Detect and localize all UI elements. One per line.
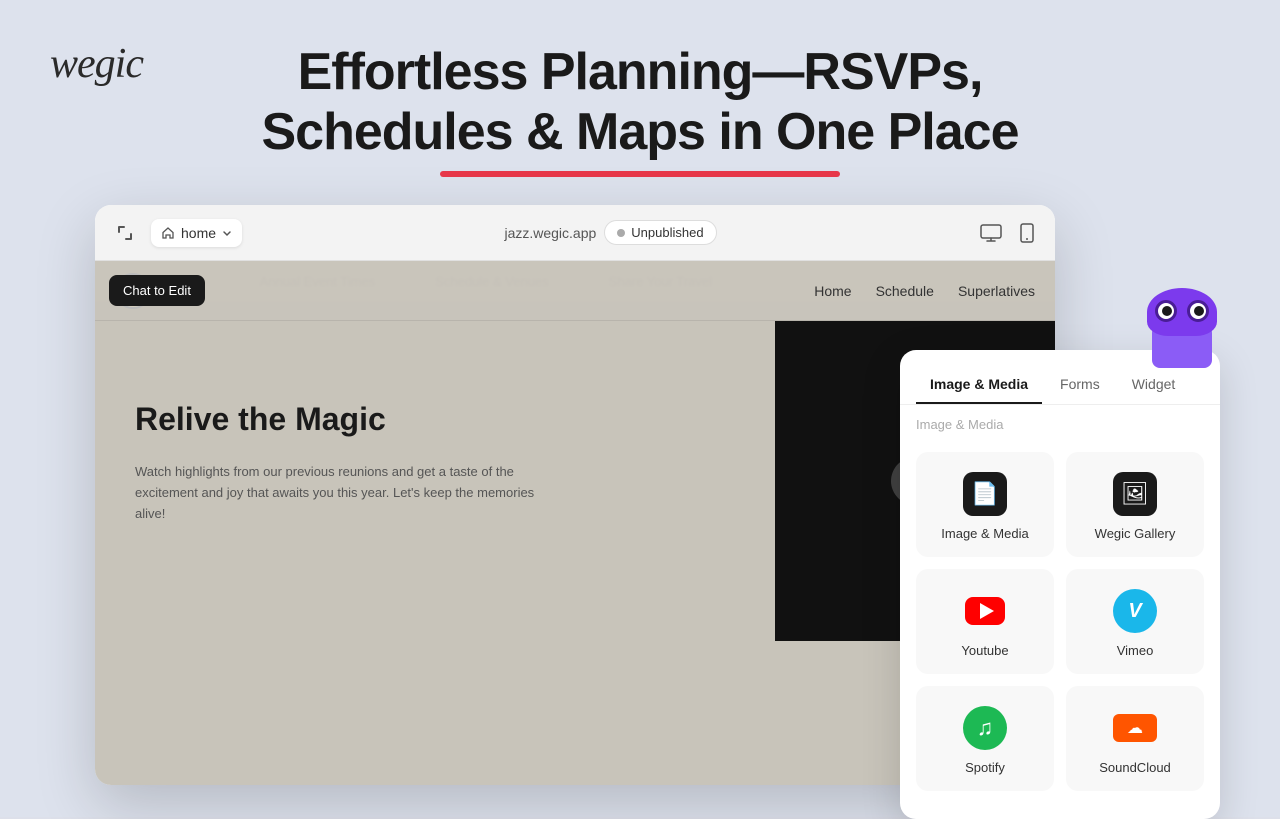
url-text: jazz.wegic.app [504,225,596,241]
headline-line1: Effortless Planning—RSVPs, [298,43,983,101]
soundcloud-icon: ☁ [1113,706,1157,750]
wegic-gallery-label: Wegic Gallery [1095,526,1176,541]
browser-bar: home jazz.wegic.app Unpublished [95,205,1055,261]
panel-item-youtube[interactable]: Youtube [916,569,1054,674]
nav-link-schedule[interactable]: Schedule [876,283,934,299]
nav-link-superlatives[interactable]: Superlatives [958,283,1035,299]
headline-text: Effortless Planning—RSVPs, Schedules & M… [261,43,1018,163]
youtube-label: Youtube [961,643,1008,658]
panel-item-spotify[interactable]: ♫ Spotify [916,686,1054,791]
image-media-icon: 📄 [963,472,1007,516]
tab-forms[interactable]: Forms [1046,366,1114,404]
youtube-icon [963,589,1007,633]
logo-area: wegic [50,40,143,88]
nav-link-home[interactable]: Home [814,283,851,299]
page-description: Watch highlights from our previous reuni… [135,462,555,524]
panel-item-vimeo[interactable]: V Vimeo [1066,569,1204,674]
tab-widget[interactable]: Widget [1118,366,1190,404]
monitor-icon[interactable] [979,221,1003,245]
page-section-title: Relive the Magic [135,401,715,438]
site-nav-links: Home Schedule Superlatives [814,283,1035,299]
status-label: Unpublished [631,225,703,240]
spotify-icon: ♫ [963,706,1007,750]
mascot-right-pupil [1194,306,1204,316]
tab-image-media[interactable]: Image & Media [916,366,1042,404]
mascot [1142,288,1222,368]
status-badge: Unpublished [604,220,716,245]
browser-actions [979,221,1039,245]
vimeo-icon: V [1113,589,1157,633]
wegic-gallery-icon: 🖼 [1113,472,1157,516]
headline-area: Effortless Planning—RSVPs, Schedules & M… [261,43,1018,177]
headline-line2: Schedules & Maps in One Place [261,103,1018,161]
mobile-icon[interactable] [1015,221,1039,245]
site-nav: 🏛 Home Schedule Superlatives [95,261,1055,321]
mascot-left-eye [1155,300,1177,322]
home-tab-label: home [181,225,216,241]
panel: Image & Media Forms Widget Image & Media… [900,350,1220,819]
image-media-label: Image & Media [941,526,1028,541]
status-dot [617,229,625,237]
panel-item-soundcloud[interactable]: ☁ SoundCloud [1066,686,1204,791]
expand-icon[interactable] [111,219,139,247]
spotify-label: Spotify [965,760,1005,775]
mascot-right-eye [1187,300,1209,322]
content-left: Relive the Magic Watch highlights from o… [95,321,755,785]
soundcloud-label: SoundCloud [1099,760,1171,775]
home-tab[interactable]: home [151,219,242,247]
panel-section-label: Image & Media [900,405,1220,444]
panel-grid: 📄 Image & Media 🖼 Wegic Gallery Youtube … [900,444,1220,799]
panel-item-image-media[interactable]: 📄 Image & Media [916,452,1054,557]
headline-underline [440,171,840,177]
wegic-logo: wegic [50,40,143,88]
panel-item-wegic-gallery[interactable]: 🖼 Wegic Gallery [1066,452,1204,557]
vimeo-label: Vimeo [1117,643,1154,658]
mascot-head [1147,288,1217,336]
browser-controls [111,219,139,247]
chat-to-edit-button[interactable]: Chat to Edit [109,275,205,306]
mascot-left-pupil [1162,306,1172,316]
url-bar: jazz.wegic.app Unpublished [254,220,967,245]
top-section: wegic Effortless Planning—RSVPs, Schedul… [0,0,1280,210]
